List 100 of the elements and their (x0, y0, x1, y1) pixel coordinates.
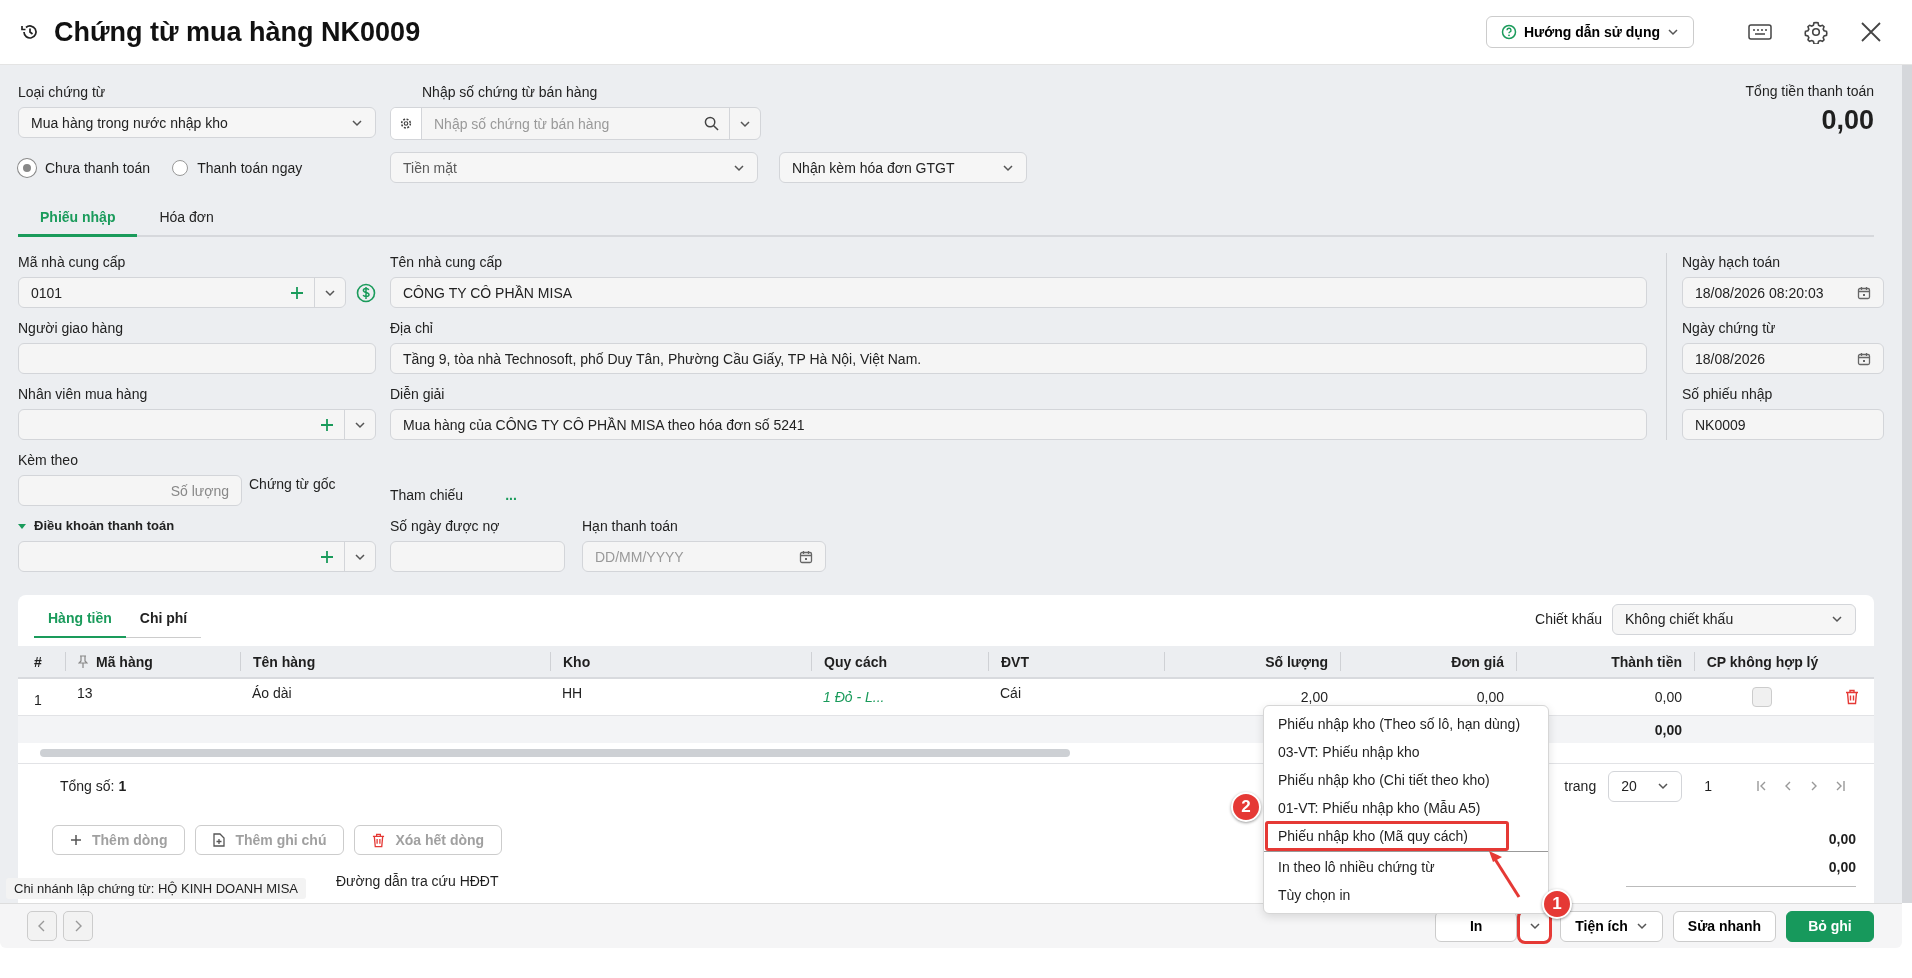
file-plus-icon (213, 833, 226, 847)
description-field[interactable]: Mua hàng của CÔNG TY CÔ PHẦN MISA theo hóa đơn số 5241 (390, 409, 1647, 440)
chevron-left-icon (37, 919, 47, 933)
first-page-icon[interactable] (1756, 780, 1768, 792)
scrollbar-thumb[interactable] (40, 749, 1070, 757)
field-label: Ngày hạch toán (1682, 253, 1782, 271)
page-size-select[interactable]: 20 (1608, 770, 1683, 802)
field-suffix: Chứng từ gốc (249, 475, 336, 492)
deliverer-field[interactable] (18, 343, 376, 374)
column-header[interactable]: Quy cách (811, 652, 988, 671)
tab[interactable]: Chi phí (125, 600, 202, 638)
checkbox[interactable] (1752, 687, 1772, 707)
discount-select[interactable]: Không chiết khấu (1612, 603, 1856, 635)
annotation-arrow (1487, 850, 1523, 900)
tab[interactable]: Hàng tiền (34, 600, 126, 638)
tab[interactable]: Hóa đơn (137, 199, 236, 237)
table-cell-text: HH (561, 684, 584, 703)
column-header[interactable]: Kho (550, 652, 811, 671)
total-amount: 0,00 (1820, 105, 1874, 136)
address-field[interactable]: Tầng 9, tòa nhà Technosoft, phố Duy Tân, Phường Cầu Giấy, TP Hà Nội, Việt Nam. (390, 343, 1647, 374)
radio-circle[interactable] (172, 159, 189, 176)
buyer-field[interactable] (18, 409, 376, 440)
caret-icon (18, 522, 26, 530)
voucher-date-field[interactable]: 18/08/2026 (1682, 343, 1884, 374)
history-icon[interactable] (20, 22, 40, 42)
calendar-icon[interactable] (1857, 351, 1871, 366)
menu-item[interactable]: Phiếu nhập kho (Chi tiết theo kho) (1266, 766, 1546, 794)
column-header[interactable]: CP không hợp lý (1694, 652, 1830, 671)
plus-icon[interactable] (320, 417, 334, 432)
plus-icon[interactable] (320, 549, 334, 564)
chevron-down-icon (1667, 26, 1679, 38)
total-label: Tổng tiền thanh toán (1745, 83, 1874, 99)
payment-terms-field[interactable] (18, 541, 376, 572)
supplier-name-field[interactable]: CÔNG TY CÔ PHẦN MISA (390, 277, 1647, 308)
payment-terms-toggle[interactable]: Điều khoản thanh toán (18, 517, 175, 535)
discount-label: Chiết khấu (1535, 611, 1602, 627)
field-label: Địa chỉ (390, 319, 434, 337)
plus-icon (70, 834, 82, 846)
field-label: Số ngày được nợ (390, 517, 501, 535)
plus-icon[interactable] (290, 285, 304, 300)
field-label: Ngày chứng từ (1682, 319, 1777, 337)
row-count: Tổng số: 1 (60, 778, 127, 794)
voucher-type-select[interactable]: Mua hàng trong nước nhập kho (18, 107, 376, 138)
column-header[interactable]: # (18, 652, 65, 671)
last-page-icon[interactable] (1834, 780, 1846, 792)
help-button[interactable]: Hướng dẫn sử dụng (1486, 16, 1694, 48)
calendar-icon[interactable] (1857, 285, 1871, 300)
radio-label: Thanh toán ngay (197, 159, 303, 176)
table-cell-text: 13 (76, 684, 94, 703)
receipt-number-field[interactable]: NK0009 (1682, 409, 1884, 440)
field-label: Nhân viên mua hàng (18, 385, 149, 403)
table-cell-text: Cái (999, 684, 1022, 703)
search-input[interactable]: Nhập số chứng từ bán hàng (422, 108, 704, 139)
field-label: Diễn giải (390, 385, 446, 403)
quantity-field[interactable]: Số lượng (18, 475, 242, 506)
menu-item[interactable]: In theo lô nhiều chứng từ (1266, 853, 1546, 881)
menu-item[interactable]: Phiếu nhập kho (Theo số lô, hạn dùng) (1266, 710, 1546, 738)
menu-item[interactable]: 01-VT: Phiếu nhập kho (Mẫu A5) (1266, 794, 1546, 822)
menu-item[interactable]: 03-VT: Phiếu nhập kho (1266, 738, 1546, 766)
payment-status-radio[interactable]: Thanh toán ngay (172, 158, 303, 177)
table-cell[interactable]: 1 Đỏ - L... (811, 679, 988, 715)
menu-item[interactable]: Phiếu nhập kho (Mã quy cách) (1266, 822, 1508, 850)
page-size-label: trang (1564, 778, 1597, 794)
column-header[interactable]: Đơn giá (1340, 652, 1516, 671)
supplier-code-field[interactable]: 0101 (18, 277, 346, 308)
close-icon[interactable] (1860, 21, 1882, 43)
chevron-down-icon (1657, 780, 1670, 792)
radio-label: Chưa thanh toán (45, 159, 151, 176)
summary-value: 0,00 (1828, 858, 1856, 877)
payment-status-radio[interactable]: Chưa thanh toán (18, 158, 151, 177)
table-cell-text: 0,00 (1653, 688, 1683, 707)
table-cell-text: 1 (33, 691, 43, 710)
calendar-icon[interactable] (799, 549, 813, 564)
field-label: Mã nhà cung cấp (18, 253, 127, 271)
column-header[interactable]: Mã hàng (65, 652, 240, 671)
utilities-button[interactable]: Tiện ích (1560, 910, 1663, 942)
search-field[interactable]: Nhập số chứng từ bán hàng (390, 107, 761, 140)
keyboard-icon[interactable] (1748, 23, 1772, 41)
reference-label: Tham chiếu (390, 486, 464, 503)
chevron-right-icon (73, 919, 83, 933)
column-header[interactable]: Số lượng (1164, 652, 1340, 671)
chevron-down-icon (1635, 920, 1648, 932)
pin-icon[interactable] (78, 654, 88, 669)
page-number: 1 (1704, 778, 1712, 794)
column-header[interactable]: Thành tiền (1516, 652, 1694, 671)
help-icon (1501, 24, 1517, 40)
quick-edit-button[interactable]: Sửa nhanh (1672, 910, 1776, 942)
dollar-circle-icon[interactable] (356, 282, 376, 303)
field-label: Kèm theo (18, 451, 79, 469)
credit-days-field[interactable] (390, 541, 565, 572)
search-icon[interactable] (704, 116, 719, 131)
unpost-button[interactable]: Bỏ ghi (1786, 910, 1874, 942)
invoice-option-select[interactable]: Nhận kèm hóa đơn GTGT (779, 152, 1027, 183)
column-header[interactable]: Tên hàng (240, 652, 550, 671)
field-label: Loại chứng từ (18, 83, 107, 101)
delete-icon[interactable] (1845, 689, 1859, 705)
table-cell-text: 2,00 (1299, 688, 1329, 707)
posting-date-field[interactable]: 18/08/2026 08:20:03 (1682, 277, 1884, 308)
column-header[interactable]: ĐVT (988, 652, 1164, 671)
window-title: Chứng từ mua hàng NK0009 (54, 16, 421, 48)
